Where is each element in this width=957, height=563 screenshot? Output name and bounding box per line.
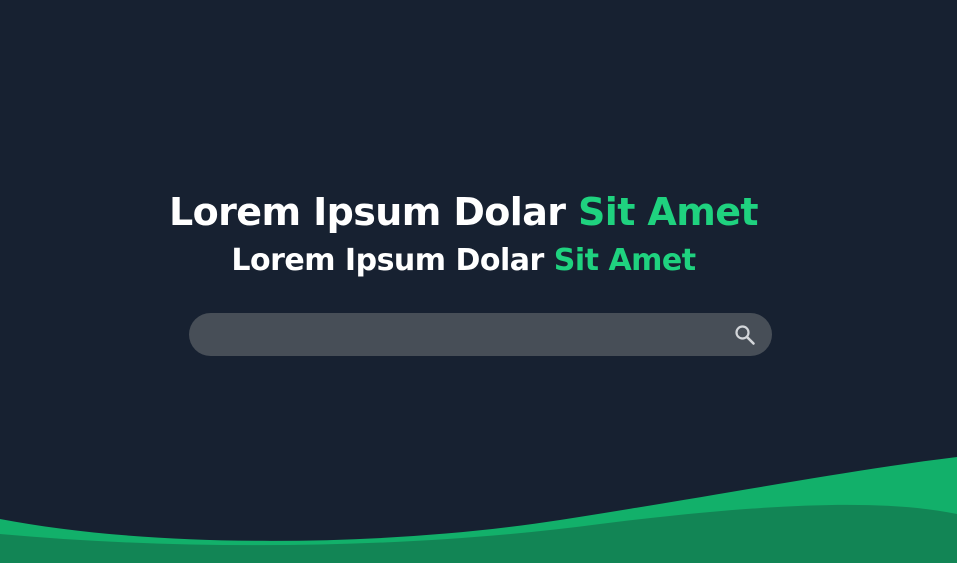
- hero-subheading-accent: Sit Amet: [553, 243, 696, 278]
- hero-heading: Lorem Ipsum Dolar Sit Amet: [0, 188, 927, 236]
- hero-subheading: Lorem Ipsum Dolar Sit Amet: [0, 242, 927, 280]
- search-bar: [189, 313, 772, 356]
- hero-heading-text: Lorem Ipsum Dolar: [169, 190, 566, 234]
- decorative-wave: [0, 457, 957, 563]
- hero-heading-accent: Sit Amet: [578, 190, 759, 234]
- hero-section: Lorem Ipsum Dolar Sit Amet Lorem Ipsum D…: [0, 0, 957, 563]
- search-icon[interactable]: [733, 323, 757, 347]
- search-input[interactable]: [209, 313, 729, 356]
- hero-subheading-text: Lorem Ipsum Dolar: [231, 243, 544, 278]
